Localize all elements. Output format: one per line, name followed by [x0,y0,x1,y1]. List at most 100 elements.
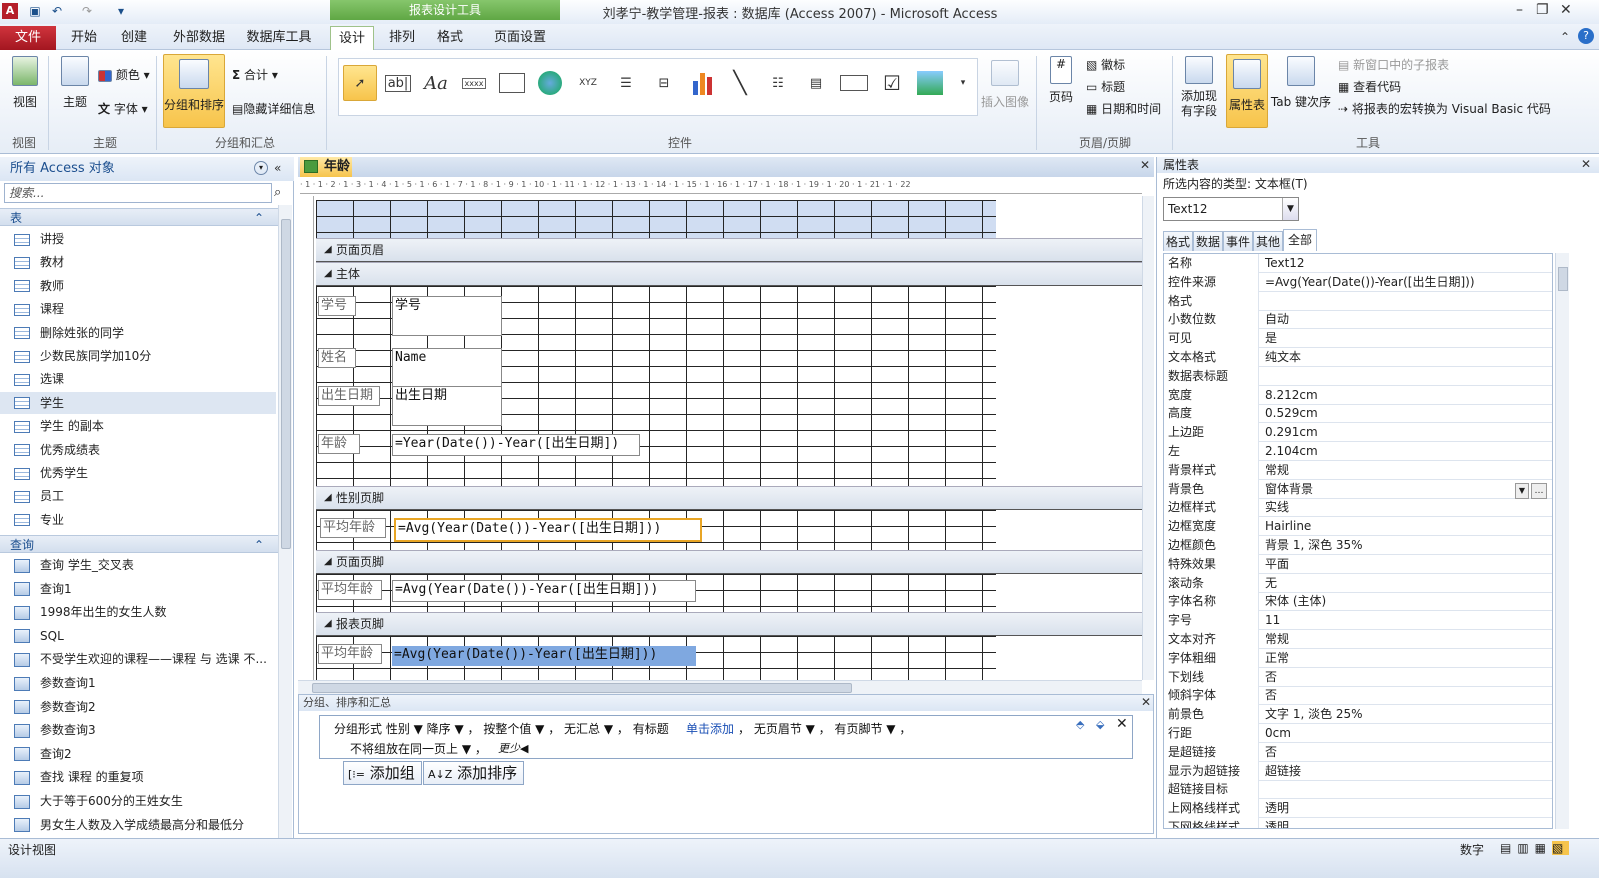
nav-query-item[interactable]: 查找 课程 的重复项 [14,766,276,788]
property-value[interactable]: 文字 1, 淡色 25% [1261,705,1551,724]
subreport-button[interactable]: ▤ 新窗口中的子报表 [1338,56,1449,73]
property-row[interactable]: 背景样式 常规 [1164,460,1552,480]
band-detail[interactable]: ◢ 主体 [316,262,1142,286]
scroll-thumb[interactable] [312,683,852,693]
redo-icon[interactable]: ↷ [78,3,96,19]
nav-table-item[interactable]: 专业 [14,509,64,531]
property-row[interactable]: 行距 0cm [1164,724,1552,743]
property-row[interactable]: 可见是 [1164,329,1552,349]
nav-table-item[interactable]: 讲授 [14,228,64,250]
prop-tab-event[interactable]: 事件 [1223,231,1253,251]
customize-qat-icon[interactable]: ▾ [112,3,130,19]
property-row[interactable]: 小数位数 自动 [1164,310,1552,330]
property-row[interactable]: 上边距 0.291cm [1164,423,1552,443]
view-button[interactable]: 视图 [6,56,44,120]
tab-external-data[interactable]: 外部数据 [168,26,230,50]
group-pane-close-icon[interactable]: ✕ [1141,695,1151,709]
date-time-button[interactable]: ▦ 日期和时间 [1086,100,1161,117]
search-icon[interactable]: ⌕ [274,185,281,200]
rectangle-control-icon[interactable] [837,65,871,101]
nav-table-item[interactable]: 教材 [14,251,64,273]
hyperlink-control-icon[interactable] [533,65,567,101]
property-row[interactable]: 高度 0.529cm [1164,404,1552,424]
colors-button[interactable]: 颜色 ▾ [98,66,150,84]
property-value[interactable]: 超链接 [1261,762,1551,781]
property-value[interactable]: 自动 [1261,310,1551,329]
tab-control-icon[interactable] [495,65,529,101]
property-row[interactable]: 特殊效果 平面 [1164,554,1552,574]
web-browser-control-icon[interactable]: XYZ [571,65,605,101]
property-value[interactable]: Hairline [1261,517,1551,536]
convert-vba-button[interactable]: ⇢ 将报表的宏转换为 Visual Basic 代码 [1338,100,1551,117]
document-close-icon[interactable]: ✕ [1140,158,1150,172]
label-student-id[interactable]: 学号 [318,296,356,316]
nav-table-item[interactable]: 选课 [14,368,64,390]
image-control-icon[interactable] [913,65,947,101]
ribbon-minimize-icon[interactable]: ⌃ [1560,30,1570,44]
nav-query-item[interactable]: 参数查询1 [14,672,276,694]
button-control-icon[interactable]: xxxx [457,65,491,101]
chevron-down-icon[interactable]: ▼ [1282,198,1298,220]
option-group-icon[interactable]: ⊟ [647,65,681,101]
property-sheet-close-icon[interactable]: ✕ [1581,157,1591,171]
property-value[interactable]: 0cm [1261,724,1551,743]
property-row[interactable]: 下网格线样式 透明 [1164,818,1552,828]
nav-query-item[interactable]: 1998年出生的女生人数 [14,601,276,623]
band-page-header[interactable]: ◢ 页面页眉 [316,238,1142,262]
label-avg-age-report[interactable]: 平均年龄 [318,644,382,664]
property-value[interactable]: 透明 [1261,818,1551,828]
property-value[interactable]: 否 [1261,668,1551,687]
prop-tab-other[interactable]: 其他 [1253,231,1283,251]
click-add-link[interactable]: 单击添加 [686,720,734,737]
minimize-icon[interactable]: – [1516,2,1523,18]
field-age[interactable]: =Year(Date())-Year([出生日期]) [392,434,640,456]
field-avg-age-group[interactable]: =Avg(Year(Date())-Year([出生日期])) [394,518,702,542]
group-sort-button[interactable]: 分组和排序 [163,54,225,128]
nav-table-item[interactable]: 优秀学生 [14,462,88,484]
nav-table-item[interactable]: 员工 [14,485,64,507]
property-row[interactable]: 显示为超链接 超链接 [1164,761,1552,781]
nav-table-item[interactable]: 学生 的副本 [14,415,104,437]
property-value[interactable]: 实线 [1261,498,1551,517]
property-row[interactable]: 倾斜字体否 [1164,686,1552,706]
nav-menu-icon[interactable]: ▾ [254,161,268,175]
nav-query-item[interactable]: SQL [14,625,276,647]
property-row[interactable]: 名称 Text12 [1164,254,1552,273]
property-value[interactable] [1261,367,1551,386]
help-icon[interactable]: ? [1578,28,1594,44]
property-value[interactable]: 纯文本 [1261,348,1551,367]
property-scrollbar[interactable] [1555,253,1569,829]
nav-query-item[interactable]: 查询2 [14,743,276,765]
prop-tab-all[interactable]: 全部 [1283,229,1317,251]
tab-format[interactable]: 格式 [432,26,468,50]
add-sort-button[interactable]: A↓Z 添加排序 [423,761,525,785]
property-value[interactable]: 0.529cm [1261,404,1551,423]
property-value[interactable]: 是 [1261,329,1551,348]
theme-button[interactable]: 主题 [56,56,94,122]
label-name[interactable]: 姓名 [318,348,356,368]
nav-scrollbar[interactable] [278,205,292,838]
delete-level-icon[interactable]: ✕ [1116,716,1128,732]
collapse-icon[interactable]: ⌃ [254,209,264,227]
tab-home[interactable]: 开始 [64,26,104,50]
property-row[interactable]: 边框颜色 背景 1, 深色 35% [1164,536,1552,555]
nav-table-item[interactable]: 学生 [0,391,276,414]
nav-table-item[interactable]: 教师 [14,275,64,297]
nav-query-item[interactable]: 不受学生欢迎的课程——课程 与 选课 不... [14,648,276,670]
hide-details-button[interactable]: ▤隐藏详细信息 [232,100,315,117]
nav-collapse-icon[interactable]: « [274,161,281,175]
tab-database-tools[interactable]: 数据库工具 [242,26,316,50]
label-age[interactable]: 年龄 [318,434,360,454]
tab-arrange[interactable]: 排列 [384,26,420,50]
property-row[interactable]: 滚动条无 [1164,573,1552,593]
property-row[interactable]: 字体名称 宋体 (主体) [1164,592,1552,612]
nav-table-item[interactable]: 优秀成绩表 [14,439,100,461]
combo-box-icon[interactable]: ▤ [799,65,833,101]
line-control-icon[interactable]: ╲ [723,65,757,101]
section-queries[interactable]: 查询 ⌃ [0,535,278,553]
property-value[interactable]: 8.212cm [1261,386,1551,405]
group-by-settings[interactable]: 分组形式 性别 ▼ 降序 ▼ ， 按整个值 ▼ ， 无汇总 ▼ ， 有标题 [334,720,669,737]
scroll-thumb[interactable] [281,219,291,549]
property-value[interactable]: 常规 [1261,461,1551,480]
field-avg-age-report[interactable]: =Avg(Year(Date())-Year([出生日期])) [392,646,696,666]
